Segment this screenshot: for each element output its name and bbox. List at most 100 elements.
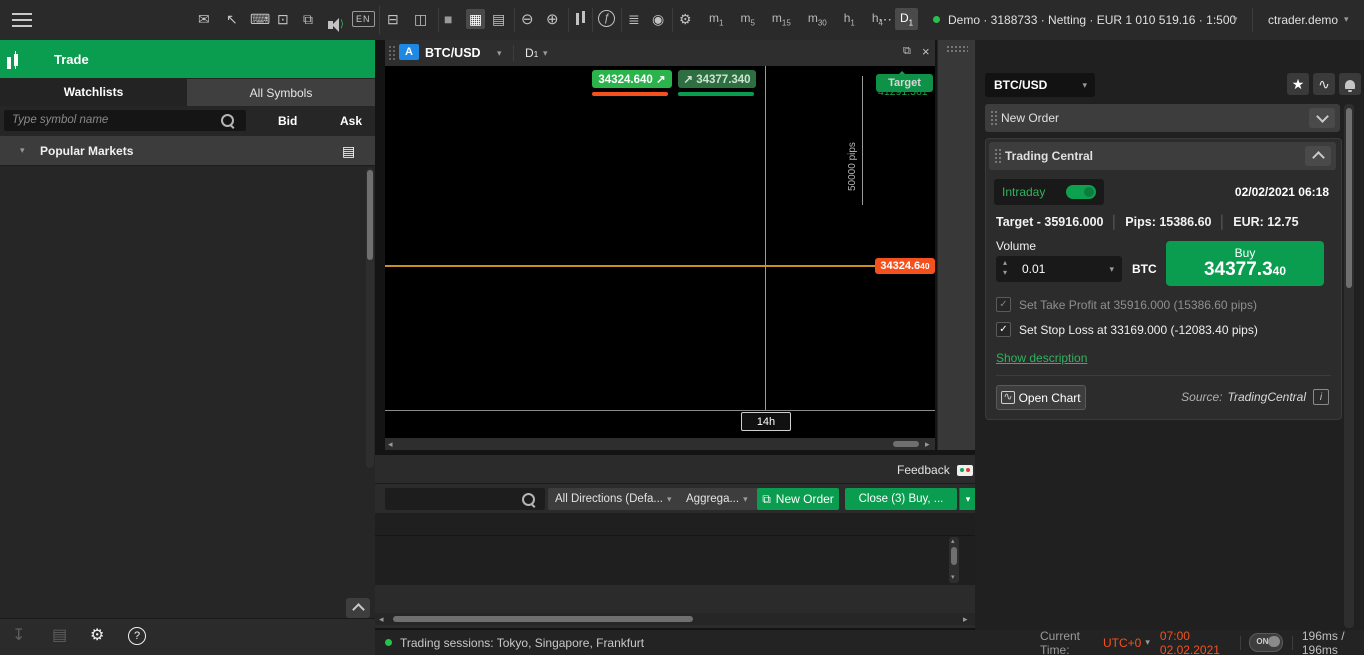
restore-window-icon[interactable]: ⧉ <box>903 46 911 57</box>
drag-handle-icon[interactable] <box>990 110 998 126</box>
notifications-mail-icon[interactable]: ✉ <box>198 12 210 26</box>
take-profit-checkbox[interactable]: ✓ <box>996 297 1011 312</box>
help-icon[interactable]: ? <box>128 627 146 645</box>
timeframe-m1[interactable]: m1 <box>704 8 728 30</box>
mode-toggle[interactable] <box>1066 185 1096 199</box>
chart-scrollbar-thumb[interactable] <box>893 441 919 447</box>
stop-loss-label[interactable]: Set Stop Loss at 33169.000 (-12083.40 pi… <box>1019 323 1258 337</box>
table-scrollbar-thumb[interactable] <box>951 547 957 565</box>
feedback-button[interactable]: Feedback <box>897 463 973 477</box>
zoom-out-icon[interactable]: ⊖ <box>521 12 534 27</box>
tab-all-symbols[interactable]: All Symbols <box>187 79 375 107</box>
buy-button[interactable]: Buy 34377.340 <box>1166 241 1324 286</box>
language-selector[interactable]: EN <box>352 11 375 27</box>
watchlist-scrollbar-thumb[interactable] <box>367 170 373 260</box>
close-positions-button[interactable]: Close (3) Buy, ... <box>845 488 957 510</box>
aggregate-dropdown[interactable]: Aggrega...▾ <box>679 488 765 510</box>
chart-group-badge[interactable]: A <box>399 44 419 60</box>
open-chart-button[interactable]: ∿ Open Chart <box>996 385 1086 410</box>
objects-layers-icon[interactable]: ≣ <box>628 12 640 26</box>
hotkeys-keyboard-icon[interactable]: ⌨ <box>250 12 270 26</box>
drag-handle-icon[interactable] <box>994 148 1002 164</box>
close-options-dropdown[interactable]: ▾ <box>959 488 976 510</box>
toolbar-drag-handle[interactable] <box>946 45 968 53</box>
scroll-right-icon[interactable]: ▸ <box>925 440 930 449</box>
chart-plot-area[interactable]: 34324.640 ↗ ↗ 34377.340 50000 pips <box>385 66 876 410</box>
timeframe-m15[interactable]: m15 <box>767 8 796 30</box>
broker-dropdown-icon[interactable]: ▾ <box>1344 15 1349 24</box>
timeframe-D1[interactable]: D1 <box>895 8 918 30</box>
stepper-up-icon[interactable]: ▴ <box>1003 259 1007 267</box>
rows-layout-icon[interactable]: ▤ <box>492 12 505 26</box>
intraday-toggle-group[interactable]: Intraday <box>994 179 1104 205</box>
stepper-down-icon[interactable]: ▾ <box>1003 269 1007 277</box>
timezone-dropdown-icon[interactable]: ▾ <box>1145 638 1150 647</box>
stop-loss-checkbox[interactable]: ✓ <box>996 322 1011 337</box>
main-menu-icon[interactable] <box>12 13 32 15</box>
grid-layout-icon[interactable]: ▦ <box>466 9 485 29</box>
price-axis[interactable]: 41291.361 Target 34324.640 <box>875 66 935 410</box>
more-timeframes-icon[interactable]: ⋯ <box>878 12 892 26</box>
chart-scrollbar[interactable]: ◂ ▸ <box>385 438 935 450</box>
drag-handle-icon[interactable] <box>388 45 396 61</box>
windows-icon[interactable]: ⧉ <box>303 12 313 26</box>
price-alert-bell-icon[interactable] <box>1339 73 1361 95</box>
bid-price-pill[interactable]: 34324.640 ↗ <box>592 70 672 88</box>
broker-name[interactable]: ctrader.demo <box>1268 13 1338 27</box>
settings-gear-icon[interactable]: ⚙ <box>90 628 104 644</box>
panel-symbol-selector[interactable]: BTC/USD ▾ <box>985 73 1095 97</box>
collapse-triangle-icon[interactable]: ▾ <box>20 146 25 155</box>
sound-icon[interactable] <box>328 21 333 29</box>
workspace-layout-icon[interactable]: ◫ <box>414 12 427 26</box>
visibility-eye-icon[interactable]: ◉ <box>652 12 664 26</box>
fullscreen-icon[interactable]: ⊡ <box>277 12 289 26</box>
expand-button[interactable] <box>1309 108 1335 128</box>
single-chart-icon[interactable]: ■ <box>444 12 452 26</box>
chart-symbol-label[interactable]: BTC/USD <box>425 46 481 60</box>
ask-price-pill[interactable]: ↗ 34377.340 <box>678 70 756 88</box>
collapse-button[interactable] <box>1305 146 1331 166</box>
chart-symbol-dropdown-icon[interactable]: ▾ <box>497 49 502 58</box>
wallet-icon[interactable]: ▤ <box>52 628 67 644</box>
chart-timeframe-dropdown-icon[interactable]: ▾ <box>543 49 548 58</box>
list-options-icon[interactable]: ▤ <box>342 144 355 158</box>
open-chart-icon[interactable]: ∿ <box>1313 73 1335 95</box>
time-axis[interactable]: 14h <box>385 410 935 438</box>
section-trading-central[interactable]: Trading Central <box>989 142 1336 170</box>
collapse-up-button[interactable] <box>346 598 370 618</box>
volume-stepper[interactable]: ▴ ▾ 0.01 ▾ <box>996 256 1122 282</box>
cursor-settings-icon[interactable]: ↖ <box>226 12 238 26</box>
table-scrollbar[interactable]: ▴ ▾ <box>949 537 959 583</box>
panel-scrollbar-thumb[interactable] <box>1346 108 1352 288</box>
direction-filter-dropdown[interactable]: All Directions (Defa...▾ <box>548 488 688 510</box>
candle-style-icon[interactable] <box>576 13 579 25</box>
account-info[interactable]: Demo · 3188733 · Netting · EUR 1 010 519… <box>948 13 1236 27</box>
volume-dropdown-icon[interactable]: ▾ <box>1109 265 1114 274</box>
panel-scrollbar[interactable] <box>1344 104 1354 628</box>
new-order-button[interactable]: ⧉New Order <box>757 488 839 510</box>
bottom-scrollbar-thumb[interactable] <box>393 616 693 622</box>
bottom-scrollbar[interactable]: ◂ ▸ <box>375 613 975 625</box>
show-description-link[interactable]: Show description <box>996 351 1087 365</box>
symbol-search-input[interactable]: Type symbol name <box>4 110 246 131</box>
withdraw-icon[interactable]: ↧ <box>12 628 25 644</box>
section-new-order[interactable]: New Order <box>985 104 1340 132</box>
status-toggle[interactable]: ON <box>1249 633 1283 652</box>
timeframe-m5[interactable]: m5 <box>735 8 759 30</box>
tab-watchlists[interactable]: Watchlists <box>0 78 187 108</box>
popular-markets-group[interactable]: ▾ Popular Markets ▤ <box>0 136 375 166</box>
chart-settings-icon[interactable]: ⚙ <box>679 12 692 26</box>
indicators-icon[interactable]: ƒ <box>598 10 615 27</box>
time-marker-tooltip[interactable]: 14h <box>741 412 791 431</box>
favorite-star-icon[interactable]: ★ <box>1287 73 1309 95</box>
account-dropdown-icon[interactable]: ▾ <box>1233 15 1238 24</box>
chart-timeframe-label[interactable]: D1 <box>525 46 538 60</box>
positions-search-input[interactable] <box>385 488 545 510</box>
info-icon[interactable]: i <box>1313 389 1329 405</box>
close-window-icon[interactable]: × <box>922 45 930 58</box>
chart-mode-icon[interactable]: ⊟ <box>387 12 399 26</box>
timeframe-m30[interactable]: m30 <box>803 8 832 30</box>
scroll-left-icon[interactable]: ◂ <box>388 440 393 449</box>
timezone-selector[interactable]: UTC+0 <box>1103 636 1141 650</box>
take-profit-label[interactable]: Set Take Profit at 35916.000 (15386.60 p… <box>1019 298 1257 312</box>
